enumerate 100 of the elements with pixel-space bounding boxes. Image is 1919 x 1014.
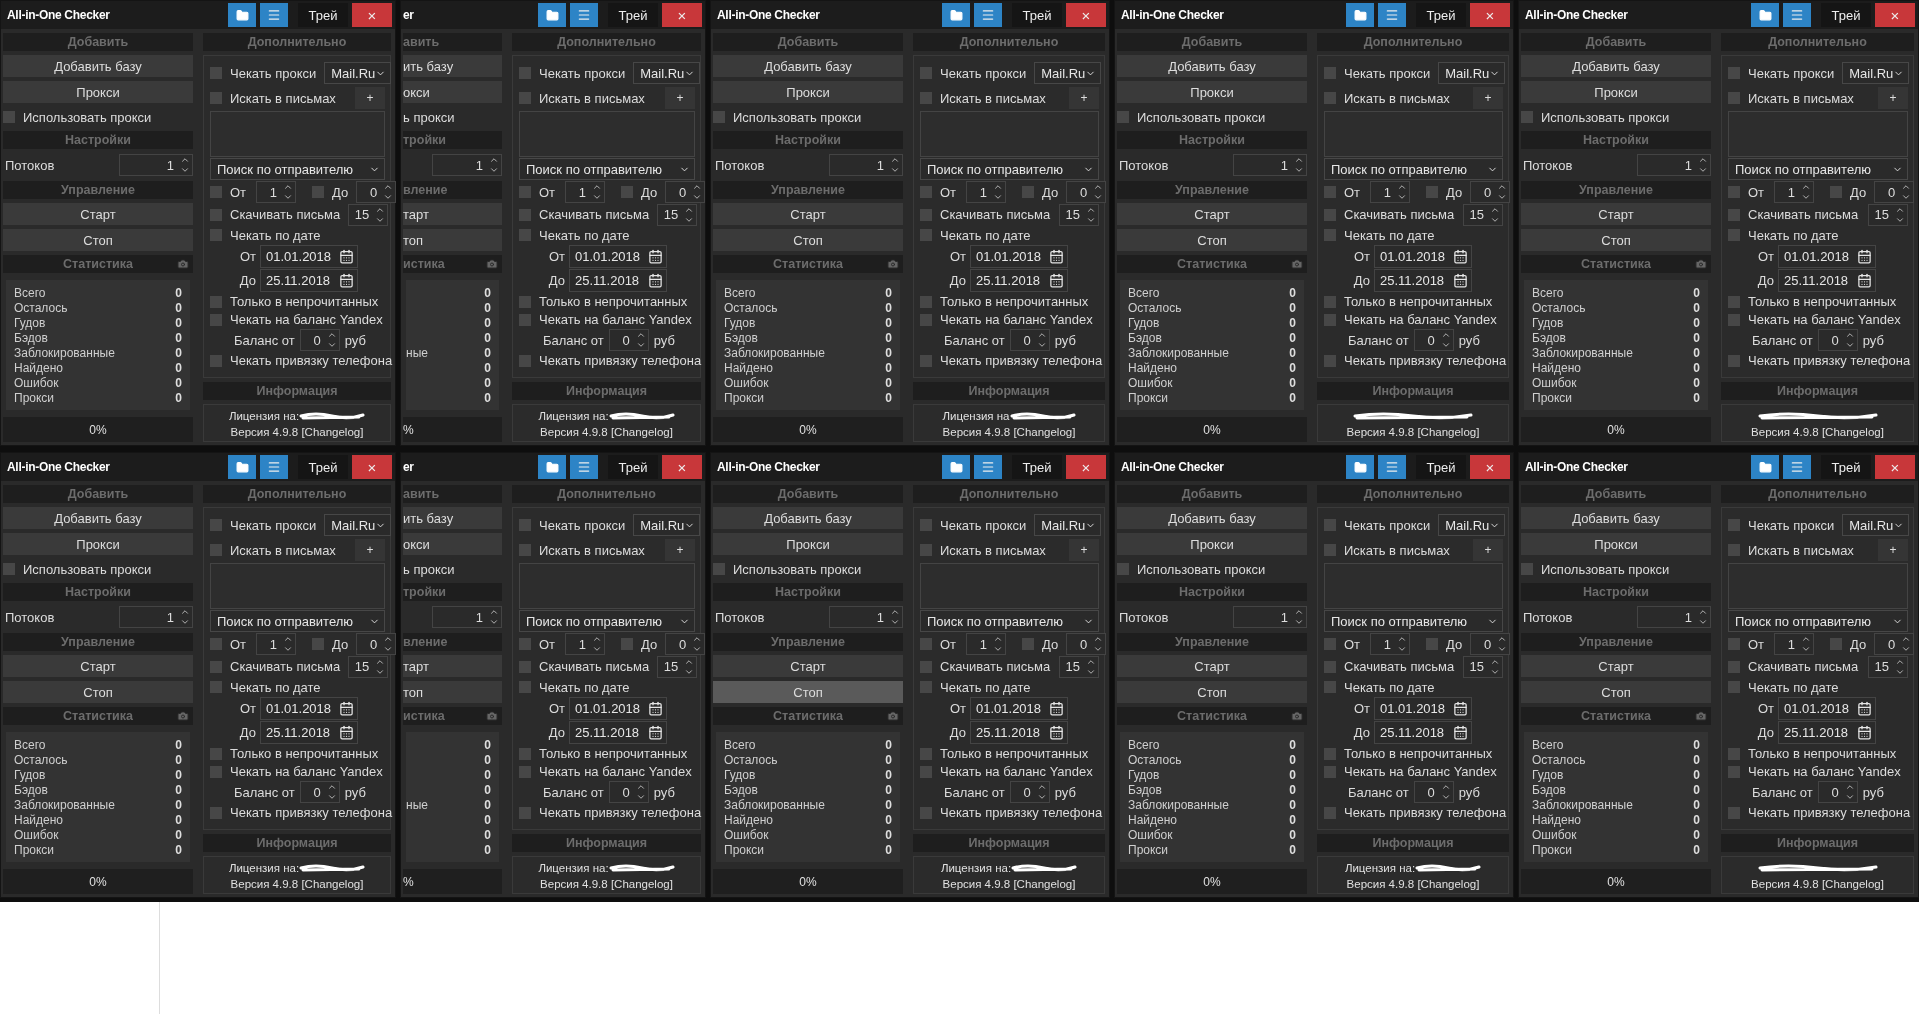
number-spinner[interactable]: 0 (608, 329, 649, 351)
mail-dropdown[interactable]: Mail.Ru (633, 514, 701, 536)
number-spinner[interactable]: 15 (1463, 655, 1503, 678)
number-spinner[interactable]: 0 (1413, 781, 1454, 803)
checkbox[interactable] (519, 747, 531, 760)
add-button[interactable]: + (665, 87, 695, 109)
checkbox[interactable] (519, 660, 531, 673)
number-spinner[interactable]: 0 (1066, 181, 1107, 203)
checkbox[interactable] (920, 806, 932, 819)
proxy-button[interactable]: Прокси (713, 81, 903, 103)
checkbox[interactable] (519, 208, 531, 221)
add-button[interactable]: + (355, 87, 385, 109)
search-mode-dropdown[interactable]: Поиск по отправителю (210, 610, 385, 632)
checkbox[interactable] (713, 111, 725, 123)
date-field[interactable]: 01.01.2018 (569, 697, 667, 720)
calendar-icon[interactable] (339, 249, 354, 264)
checkbox[interactable] (210, 519, 222, 531)
checkbox[interactable] (920, 544, 932, 556)
number-spinner[interactable]: 1 (1774, 181, 1815, 203)
checkbox[interactable] (519, 765, 531, 778)
checkbox[interactable] (1324, 765, 1336, 778)
start-button[interactable]: Старт (3, 655, 193, 677)
number-spinner[interactable]: 0 (1009, 329, 1050, 351)
date-field[interactable]: 25.11.2018 (1778, 269, 1876, 292)
number-spinner[interactable]: 1 (119, 154, 193, 176)
number-spinner[interactable]: 15 (1463, 203, 1503, 226)
date-field[interactable]: 25.11.2018 (1374, 721, 1472, 744)
stop-button[interactable]: Стоп (3, 229, 193, 251)
camera-icon[interactable] (887, 258, 899, 270)
number-spinner[interactable]: 1 (966, 633, 1007, 655)
checkbox[interactable] (1728, 295, 1740, 308)
checkbox[interactable] (519, 186, 531, 198)
checkbox[interactable] (519, 544, 531, 556)
checkbox[interactable] (519, 229, 531, 241)
calendar-icon[interactable] (1857, 725, 1872, 740)
number-spinner[interactable]: 1 (1774, 633, 1815, 655)
checkbox[interactable] (210, 765, 222, 778)
folder-button[interactable] (1346, 3, 1374, 27)
mail-dropdown[interactable]: Mail.Ru (1034, 62, 1102, 84)
checkbox[interactable] (210, 638, 222, 650)
date-field[interactable]: 25.11.2018 (569, 721, 667, 744)
number-spinner[interactable]: 1 (1370, 633, 1411, 655)
stop-button[interactable]: Стоп (3, 681, 193, 703)
checkbox[interactable] (920, 229, 932, 241)
checkbox[interactable] (1728, 638, 1740, 650)
camera-icon[interactable] (177, 258, 189, 270)
number-spinner[interactable]: 1 (1637, 154, 1711, 176)
camera-icon[interactable] (887, 710, 899, 722)
date-field[interactable]: 01.01.2018 (1374, 245, 1472, 268)
start-button[interactable]: Старт (1521, 655, 1711, 677)
checkbox[interactable] (920, 67, 932, 79)
checkbox[interactable] (1728, 186, 1740, 198)
close-button[interactable]: × (662, 455, 702, 479)
checkbox[interactable] (1324, 313, 1336, 326)
checkbox[interactable] (1728, 765, 1740, 778)
checkbox[interactable] (1324, 229, 1336, 241)
mail-dropdown[interactable]: Mail.Ru (324, 62, 392, 84)
date-field[interactable]: 25.11.2018 (260, 269, 358, 292)
calendar-icon[interactable] (1049, 701, 1064, 716)
calendar-icon[interactable] (1453, 273, 1468, 288)
start-button[interactable]: Старт (713, 655, 903, 677)
number-spinner[interactable]: 15 (1059, 655, 1099, 678)
search-mode-dropdown[interactable]: Поиск по отправителю (1728, 158, 1908, 180)
calendar-icon[interactable] (648, 249, 663, 264)
checkbox[interactable] (1728, 92, 1740, 104)
camera-icon[interactable] (1695, 710, 1707, 722)
checkbox[interactable] (1117, 563, 1129, 575)
checkbox[interactable] (312, 186, 325, 198)
number-spinner[interactable]: 15 (657, 655, 698, 678)
search-mode-dropdown[interactable]: Поиск по отправителю (210, 158, 385, 180)
folder-button[interactable] (1751, 455, 1779, 479)
checkbox[interactable] (210, 747, 222, 760)
checkbox[interactable] (920, 747, 932, 760)
calendar-icon[interactable] (648, 701, 663, 716)
number-spinner[interactable]: 0 (299, 781, 340, 803)
menu-button[interactable] (974, 455, 1002, 479)
checkbox[interactable] (1324, 747, 1336, 760)
date-field[interactable]: 01.01.2018 (1374, 697, 1472, 720)
checkbox[interactable] (1324, 806, 1336, 819)
checkbox[interactable] (1117, 111, 1129, 123)
menu-button[interactable] (1783, 455, 1811, 479)
menu-button[interactable] (974, 3, 1002, 27)
tray-button[interactable]: Трей (1821, 455, 1871, 479)
checkbox[interactable] (210, 295, 222, 308)
date-field[interactable]: 25.11.2018 (260, 721, 358, 744)
mail-dropdown[interactable]: Mail.Ru (1034, 514, 1102, 536)
add-base-button[interactable]: Добавить базу (3, 55, 193, 77)
stop-button[interactable]: топ (403, 681, 502, 703)
checkbox[interactable] (210, 544, 222, 556)
proxy-button[interactable]: Прокси (3, 81, 193, 103)
date-field[interactable]: 01.01.2018 (260, 697, 358, 720)
menu-button[interactable] (570, 455, 598, 479)
number-spinner[interactable]: 1 (1370, 181, 1411, 203)
checkbox[interactable] (519, 806, 531, 819)
checkbox[interactable] (1324, 354, 1336, 367)
close-button[interactable]: × (1875, 3, 1915, 27)
start-button[interactable]: Старт (713, 203, 903, 225)
date-field[interactable]: 25.11.2018 (569, 269, 667, 292)
calendar-icon[interactable] (1049, 249, 1064, 264)
date-field[interactable]: 01.01.2018 (1778, 697, 1876, 720)
